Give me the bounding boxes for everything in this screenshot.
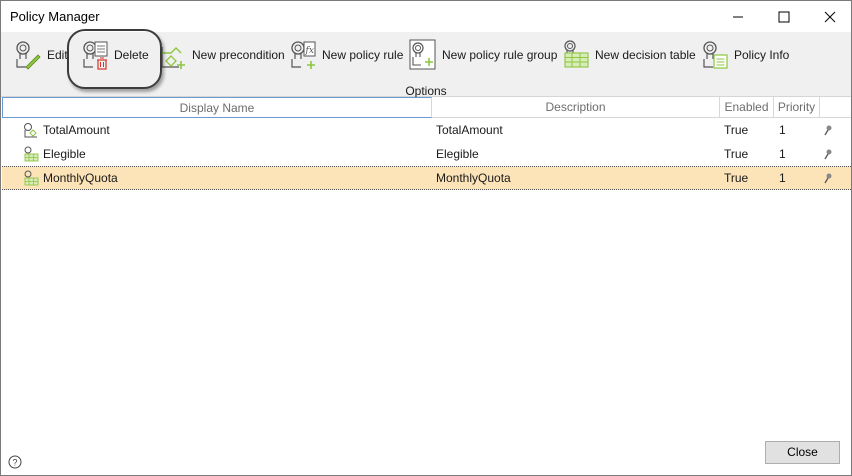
pin-icon[interactable] (822, 171, 834, 185)
table-row[interactable]: TotalAmount TotalAmount True 1 (2, 118, 851, 142)
row-priority: 1 (779, 147, 786, 161)
decision-table-icon (24, 146, 39, 162)
minimize-button[interactable] (715, 1, 761, 32)
pin-icon[interactable] (822, 123, 834, 137)
row-display-name: Elegible (43, 147, 86, 161)
toolbar-ribbon: Edit Delete New precondition fx New poli… (1, 32, 851, 98)
column-header-display-name[interactable]: Display Name (2, 97, 432, 118)
column-header-description[interactable]: Description (432, 97, 720, 118)
policy-info-label: Policy Info (734, 48, 790, 62)
new-policy-rule-group-label: New policy rule group (442, 48, 558, 62)
edit-label: Edit (47, 48, 68, 62)
new-decision-table-icon (564, 40, 589, 68)
row-description: Elegible (436, 147, 479, 161)
delete-policy-icon (83, 41, 108, 70)
edit-button[interactable]: Edit (11, 38, 71, 72)
new-policy-rule-label: New policy rule (322, 48, 404, 62)
table-row-selected[interactable]: MonthlyQuota MonthlyQuota True 1 (2, 166, 851, 190)
policy-manager-window: Policy Manager Edit Delete New precondit… (0, 0, 852, 476)
svg-text:fx: fx (305, 46, 314, 56)
new-precondition-button[interactable]: New precondition (156, 38, 288, 72)
pin-icon[interactable] (822, 147, 834, 161)
delete-label: Delete (114, 48, 149, 62)
delete-button[interactable]: Delete (78, 38, 152, 72)
row-description: TotalAmount (436, 123, 503, 137)
row-description: MonthlyQuota (436, 171, 511, 185)
row-priority: 1 (779, 171, 786, 185)
new-policy-rule-group-button[interactable]: New policy rule group (406, 38, 560, 72)
table-row[interactable]: Elegible Elegible True 1 (2, 142, 851, 166)
close-window-button[interactable] (807, 1, 852, 32)
toolbar-group-label: Options (405, 84, 447, 98)
row-enabled: True (724, 171, 749, 185)
decision-table-icon (24, 170, 39, 186)
edit-policy-icon (16, 41, 41, 70)
precondition-icon (24, 123, 37, 138)
grid-header: Display Name Description Enabled Priorit… (2, 97, 851, 118)
new-decision-table-label: New decision table (595, 48, 696, 62)
new-policy-rule-button[interactable]: fx New policy rule (286, 38, 406, 72)
window-title: Policy Manager (10, 9, 100, 24)
maximize-button[interactable] (761, 1, 807, 32)
help-icon[interactable]: ? (8, 455, 22, 469)
title-bar: Policy Manager (1, 1, 851, 32)
new-policy-rule-group-icon (409, 39, 436, 70)
column-header-priority[interactable]: Priority (774, 97, 820, 118)
new-decision-table-button[interactable]: New decision table (559, 38, 699, 72)
row-enabled: True (724, 147, 749, 161)
policy-info-icon (703, 41, 728, 69)
policy-grid: Display Name Description Enabled Priorit… (2, 97, 851, 190)
row-enabled: True (724, 123, 749, 137)
new-precondition-icon (161, 47, 185, 69)
close-button[interactable]: Close (765, 441, 840, 464)
new-policy-rule-icon: fx (291, 41, 316, 69)
minimize-icon (733, 16, 743, 17)
svg-text:?: ? (12, 458, 17, 468)
column-header-enabled[interactable]: Enabled (720, 97, 774, 118)
row-display-name: MonthlyQuota (43, 171, 118, 185)
new-precondition-label: New precondition (192, 48, 285, 62)
maximize-icon (778, 11, 790, 22)
close-icon (824, 11, 836, 22)
row-priority: 1 (779, 123, 786, 137)
row-display-name: TotalAmount (43, 123, 110, 137)
policy-info-button[interactable]: Policy Info (698, 38, 792, 72)
